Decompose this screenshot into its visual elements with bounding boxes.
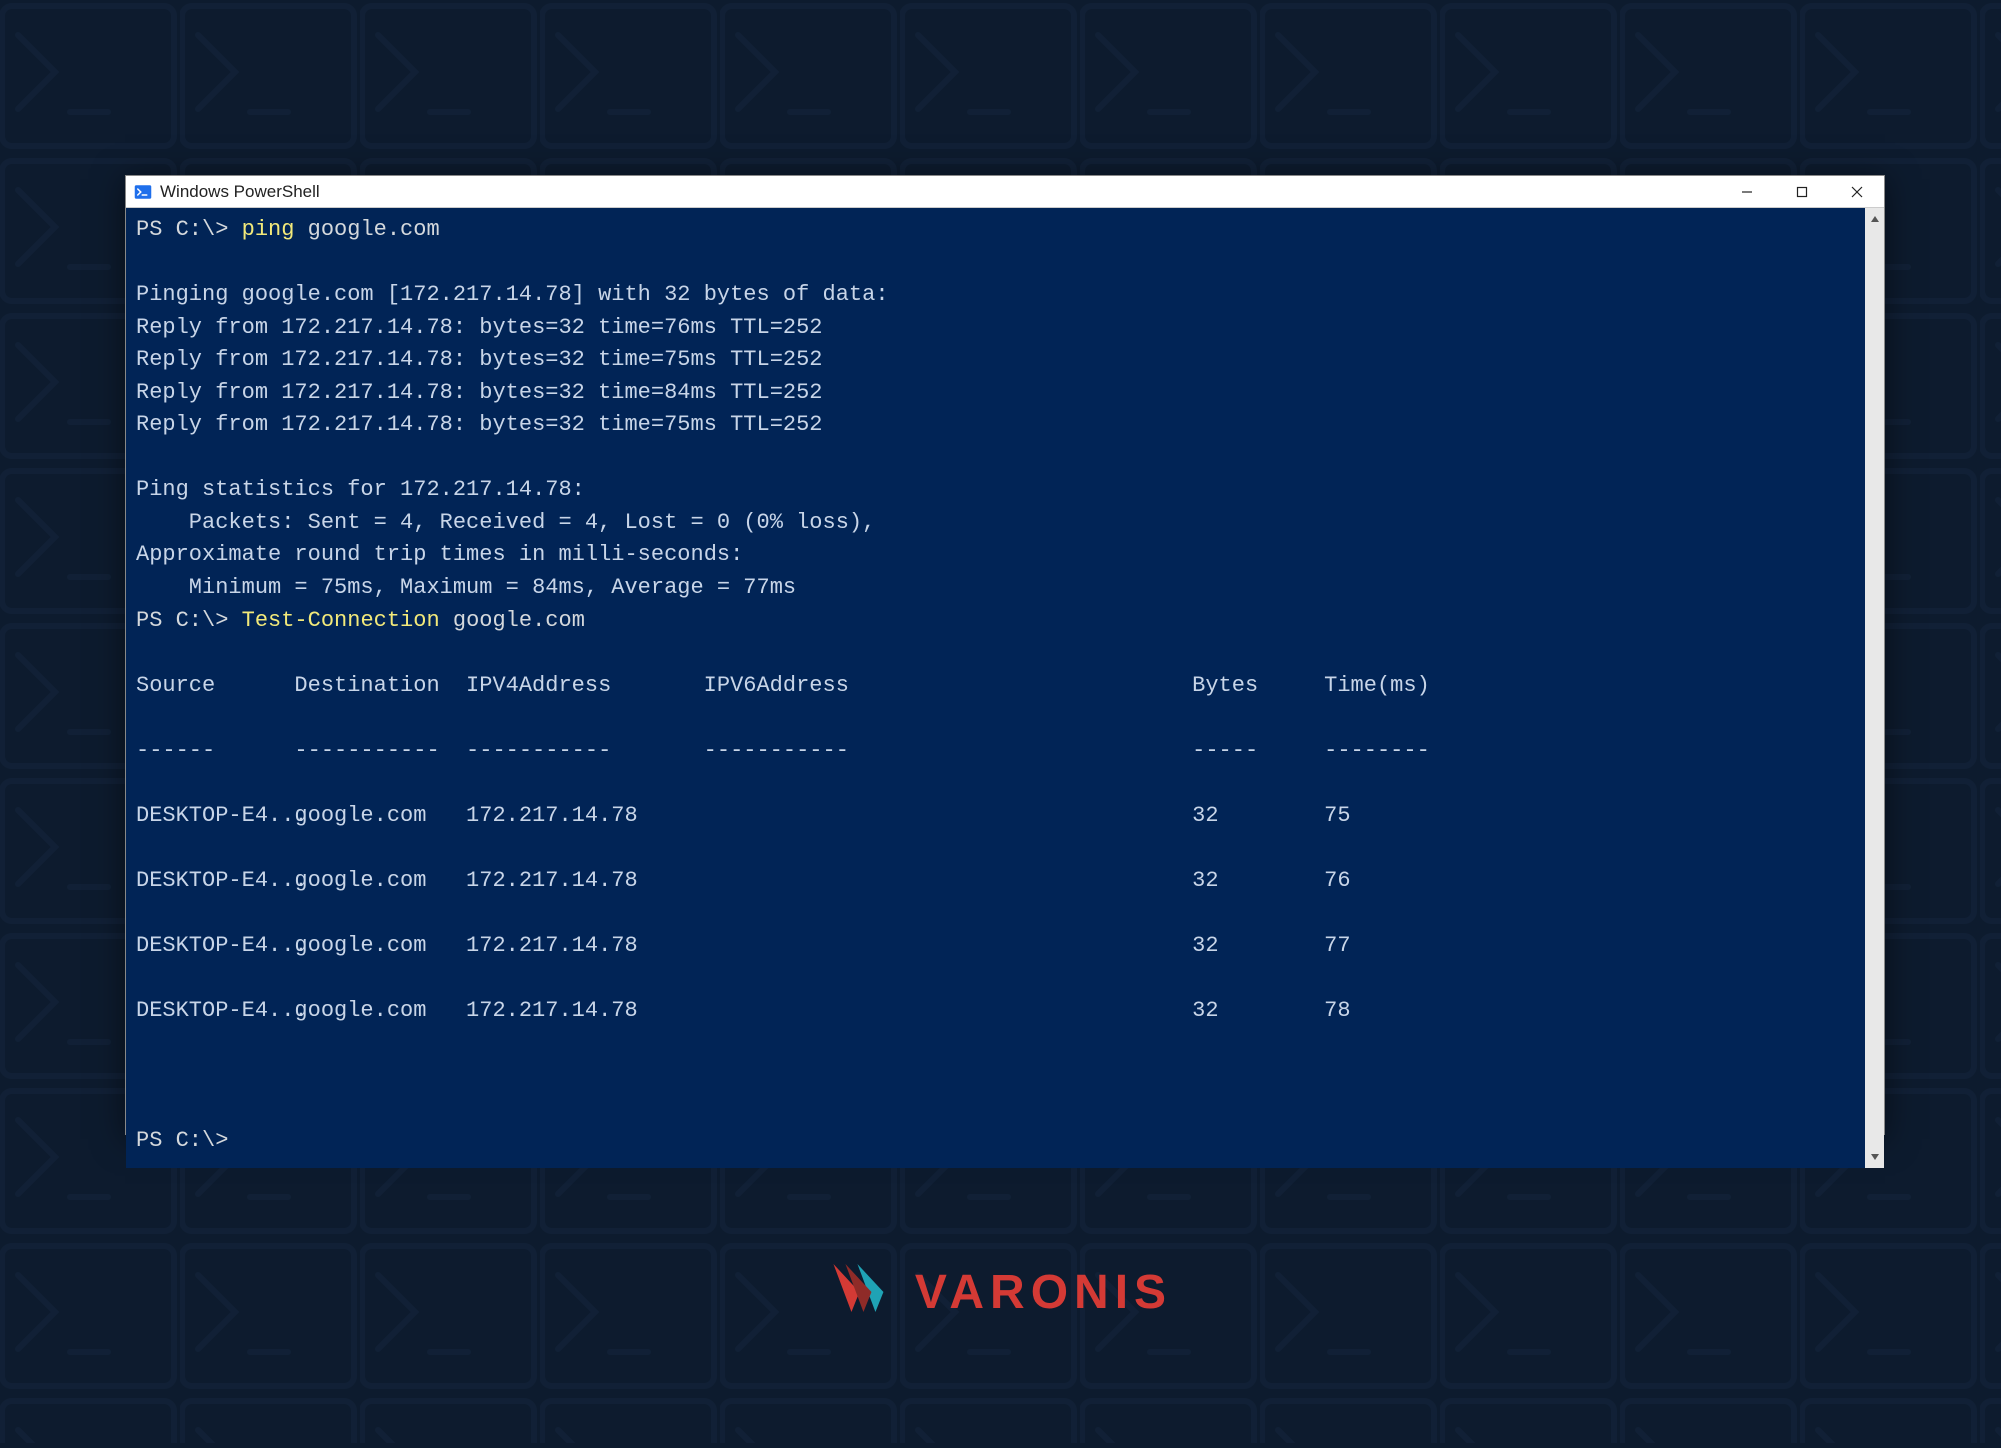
varonis-logo: VARONIS [829,1260,1172,1325]
varonis-wordmark: VARONIS [915,1265,1172,1320]
command-ping: ping [242,217,295,242]
scroll-down-icon[interactable] [1865,1148,1884,1166]
table-row: DESKTOP-E4...google.com172.217.14.783277 [136,930,1855,963]
table-row: DESKTOP-E4...google.com172.217.14.783278 [136,995,1855,1028]
powershell-icon [134,183,152,201]
ping-stats-header: Ping statistics for 172.217.14.78: [136,477,585,502]
col-destination: Destination [294,670,466,703]
col-ipv4: IPV4Address [466,670,704,703]
window-titlebar[interactable]: Windows PowerShell [126,176,1884,208]
prompt: PS C:\> [136,217,228,242]
varonis-mark-icon [829,1260,897,1325]
minimize-button[interactable] [1719,176,1774,208]
command-arg: google.com [308,217,440,242]
ping-rtt-values: Minimum = 75ms, Maximum = 84ms, Average … [136,575,796,600]
table-dash-row: ----------------------------------------… [136,735,1855,768]
table-row: DESKTOP-E4...google.com172.217.14.783275 [136,800,1855,833]
col-time: Time(ms) [1324,670,1430,703]
prompt: PS C:\> [136,1128,228,1153]
ping-header: Pinging google.com [172.217.14.78] with … [136,282,889,307]
command-arg: google.com [453,608,585,633]
ping-reply: Reply from 172.217.14.78: bytes=32 time=… [136,315,823,340]
col-ipv6: IPV6Address [704,670,1192,703]
ping-reply: Reply from 172.217.14.78: bytes=32 time=… [136,347,823,372]
prompt: PS C:\> [136,608,228,633]
table-row: DESKTOP-E4...google.com172.217.14.783276 [136,865,1855,898]
ping-reply: Reply from 172.217.14.78: bytes=32 time=… [136,412,823,437]
command-test-connection: Test-Connection [242,608,440,633]
maximize-button[interactable] [1774,176,1829,208]
table-header-row: SourceDestinationIPV4AddressIPV6AddressB… [136,670,1855,703]
col-bytes: Bytes [1192,670,1324,703]
ping-reply: Reply from 172.217.14.78: bytes=32 time=… [136,380,823,405]
window-title: Windows PowerShell [160,182,320,202]
col-source: Source [136,670,294,703]
ping-rtt-header: Approximate round trip times in milli-se… [136,542,743,567]
powershell-window: Windows PowerShell PS C:\> ping google.c… [125,175,1885,1135]
terminal-output[interactable]: PS C:\> ping google.com Pinging google.c… [126,208,1865,1168]
scrollbar[interactable] [1865,208,1884,1168]
ping-stats-packets: Packets: Sent = 4, Received = 4, Lost = … [136,510,875,535]
scroll-up-icon[interactable] [1865,210,1884,228]
close-button[interactable] [1829,176,1884,208]
